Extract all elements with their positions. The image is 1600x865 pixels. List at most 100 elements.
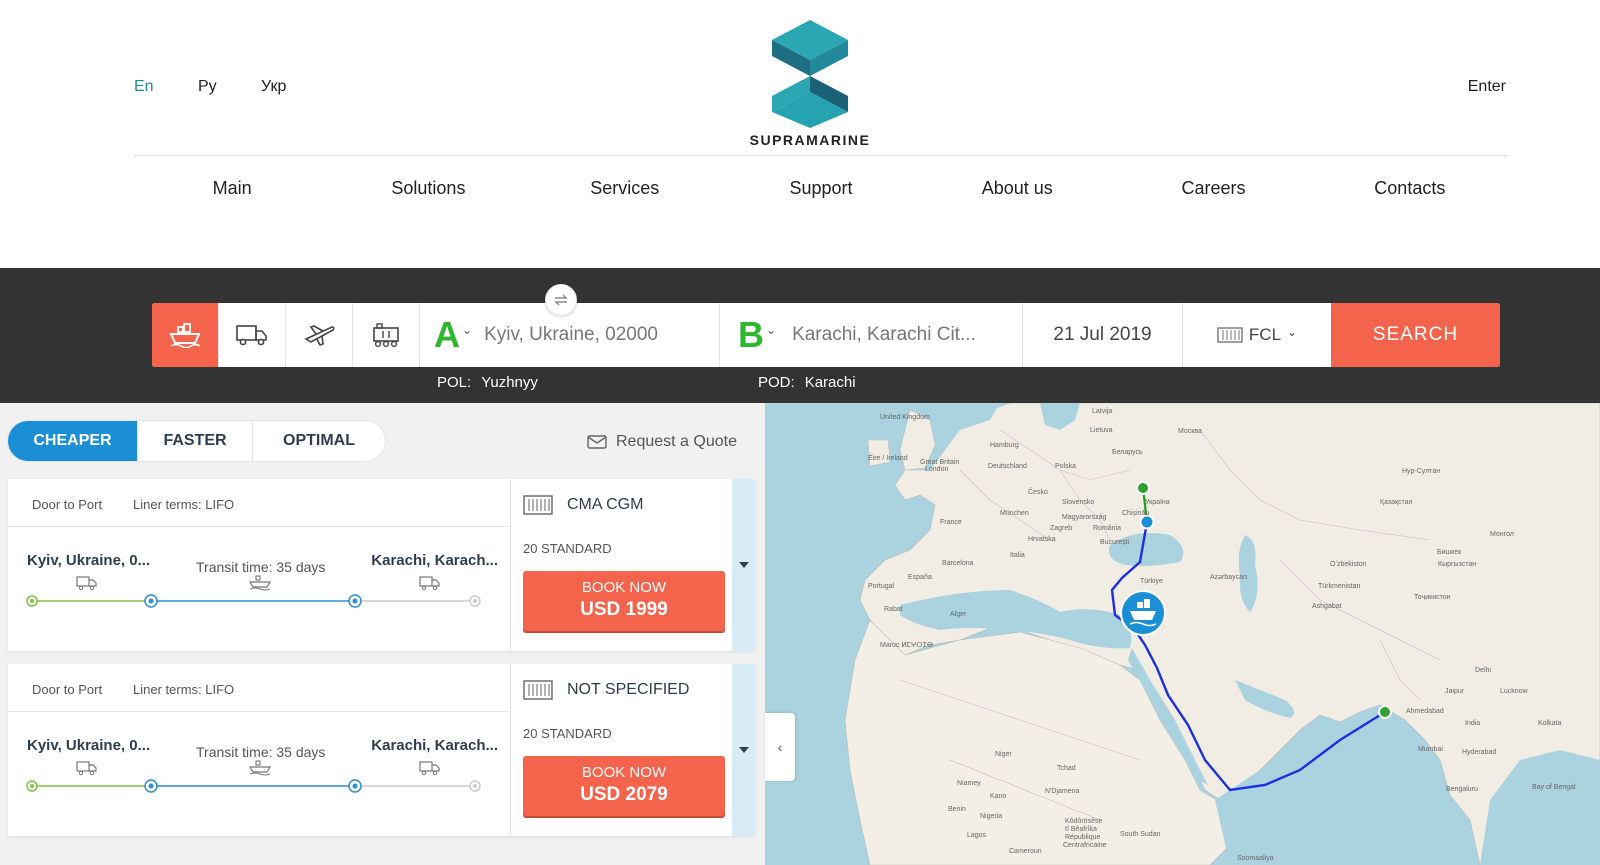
map-label: Kôdôrösêse	[1065, 818, 1103, 825]
card-header: Door to Port Liner terms: LIFO	[8, 664, 510, 712]
map-label: Kano	[990, 793, 1007, 800]
map-label: Chișinău	[1122, 510, 1150, 517]
collapse-map-button[interactable]: ‹	[765, 713, 795, 781]
route-timeline: Kyiv, Ukraine, 0... Transit time: 35 day…	[8, 527, 510, 651]
price: USD 2079	[580, 784, 668, 805]
offer-panel: NOT SPECIFIED 20 STANDARD BOOK NOW USD 2…	[510, 664, 732, 836]
map-label: tî Bêafrîka	[1065, 826, 1097, 833]
map-label: Тоҷикистон	[1414, 594, 1451, 601]
envelope-icon	[587, 435, 607, 449]
map-label: București	[1100, 539, 1130, 546]
tab-faster[interactable]: FASTER	[138, 421, 253, 461]
map-label: Ashgabat	[1312, 603, 1342, 610]
map-label: Polska	[1055, 463, 1077, 470]
map-label: Slovensko	[1062, 499, 1095, 506]
plane-icon	[304, 325, 335, 346]
enter-link[interactable]: Enter	[1468, 78, 1506, 96]
timeline-graphic	[26, 760, 481, 793]
map-label: Lucknow	[1500, 688, 1528, 695]
nav-solutions[interactable]: Solutions	[330, 178, 526, 199]
map-label: Hyderabad	[1462, 749, 1497, 756]
pol-info: POL: Yuzhnyy	[437, 374, 538, 391]
nav-contacts[interactable]: Contacts	[1312, 178, 1508, 199]
container-type-select[interactable]: FCL ⌄	[1183, 303, 1331, 367]
swap-icon[interactable]	[545, 284, 577, 316]
mode-road-button[interactable]	[219, 303, 286, 367]
pod-value: Karachi	[804, 374, 856, 391]
map-label: Česko	[1028, 489, 1048, 496]
book-now-label: BOOK NOW	[581, 579, 667, 596]
origin-input[interactable]	[484, 324, 675, 346]
ship-icon	[169, 323, 201, 348]
book-now-label: BOOK NOW	[581, 764, 667, 781]
map-label: Jaipur	[1445, 688, 1465, 695]
carrier: CMA CGM	[523, 495, 643, 515]
tab-optimal[interactable]: OPTIMAL	[253, 421, 385, 461]
map-label: Москва	[1178, 428, 1202, 435]
nav-careers[interactable]: Careers	[1115, 178, 1311, 199]
map-label: Centrafricaine	[1063, 842, 1107, 849]
destination-input[interactable]	[792, 324, 993, 346]
lang-uk[interactable]: Укр	[261, 78, 286, 96]
nav-services[interactable]: Services	[527, 178, 723, 199]
destination-field[interactable]: B ⌄	[720, 303, 1023, 367]
container-icon	[1217, 327, 1243, 343]
tab-cheaper[interactable]: CHEAPER	[8, 421, 138, 461]
chevron-down-icon[interactable]: ⌄	[462, 323, 472, 337]
map-label: Benin	[948, 806, 966, 813]
expand-card-button[interactable]	[732, 664, 755, 836]
route-map[interactable]: United Kingdom Latvija Lietuva Москва Éire /…	[765, 403, 1600, 865]
request-quote-link[interactable]: Request a Quote	[587, 433, 737, 451]
map-label: Magyarország	[1062, 514, 1107, 521]
map-label: Éire / Ireland	[868, 455, 908, 462]
search-band: A ⌄ B ⌄ 21 Jul 2019 FCL ⌄ SEARCH	[0, 268, 1600, 403]
liner-terms: Liner terms: LIFO	[133, 682, 235, 697]
map-label: Mumbai	[1418, 746, 1443, 753]
nav-about-us[interactable]: About us	[919, 178, 1115, 199]
result-card: Door to Port Liner terms: LIFO Kyiv, Ukr…	[8, 479, 755, 651]
lang-en[interactable]: En	[134, 78, 154, 96]
date-picker[interactable]: 21 Jul 2019	[1023, 303, 1183, 367]
mode-sea-button[interactable]	[152, 303, 219, 367]
truck-icon	[76, 761, 97, 776]
truck-icon	[236, 325, 267, 346]
pol-value: Yuzhnyy	[481, 374, 538, 391]
map-label: Нур-Султан	[1402, 468, 1441, 475]
delivery-type: Door to Port	[32, 682, 103, 697]
chevron-down-icon[interactable]: ⌄	[766, 323, 776, 337]
request-quote-label: Request a Quote	[616, 433, 737, 450]
map-label: Kolkata	[1538, 720, 1562, 727]
map-label: Azərbaycan	[1210, 574, 1247, 581]
nav-support[interactable]: Support	[723, 178, 919, 199]
expand-card-button[interactable]	[732, 479, 755, 651]
book-now-button[interactable]: BOOK NOW USD 1999	[523, 571, 725, 631]
header-divider	[134, 155, 1508, 156]
search-button[interactable]: SEARCH	[1331, 303, 1500, 367]
map-label: Niamey	[957, 780, 981, 787]
truck-icon	[419, 761, 440, 776]
map-label: Türkmenistan	[1318, 583, 1361, 590]
book-now-button[interactable]: BOOK NOW USD 2079	[523, 756, 725, 816]
container-icon	[523, 495, 553, 515]
card-header: Door to Port Liner terms: LIFO	[8, 479, 510, 527]
container-spec: 20 STANDARD	[523, 541, 612, 556]
lang-ru[interactable]: Ру	[198, 78, 217, 96]
map-label: Hrvatska	[1028, 536, 1056, 543]
timeline-graphic	[26, 575, 481, 608]
map-label: Bay of Bengal	[1532, 784, 1576, 791]
map-label: Bengaluru	[1446, 786, 1478, 793]
logo[interactable]	[760, 18, 860, 148]
map-label: Tchad	[1057, 765, 1076, 772]
map-label: Кыргызстан	[1438, 561, 1477, 568]
carrier: NOT SPECIFIED	[523, 680, 689, 700]
mode-air-button[interactable]	[286, 303, 353, 367]
mode-rail-button[interactable]	[353, 303, 420, 367]
nav-main[interactable]: Main	[134, 178, 330, 199]
carrier-name: NOT SPECIFIED	[567, 681, 690, 698]
map-label: France	[940, 519, 962, 526]
map-graphic[interactable]	[765, 403, 1600, 865]
destination-letter: B	[738, 314, 764, 355]
map-label: London	[925, 466, 949, 473]
map-label: Беларусь	[1112, 449, 1143, 456]
train-icon	[373, 323, 399, 348]
